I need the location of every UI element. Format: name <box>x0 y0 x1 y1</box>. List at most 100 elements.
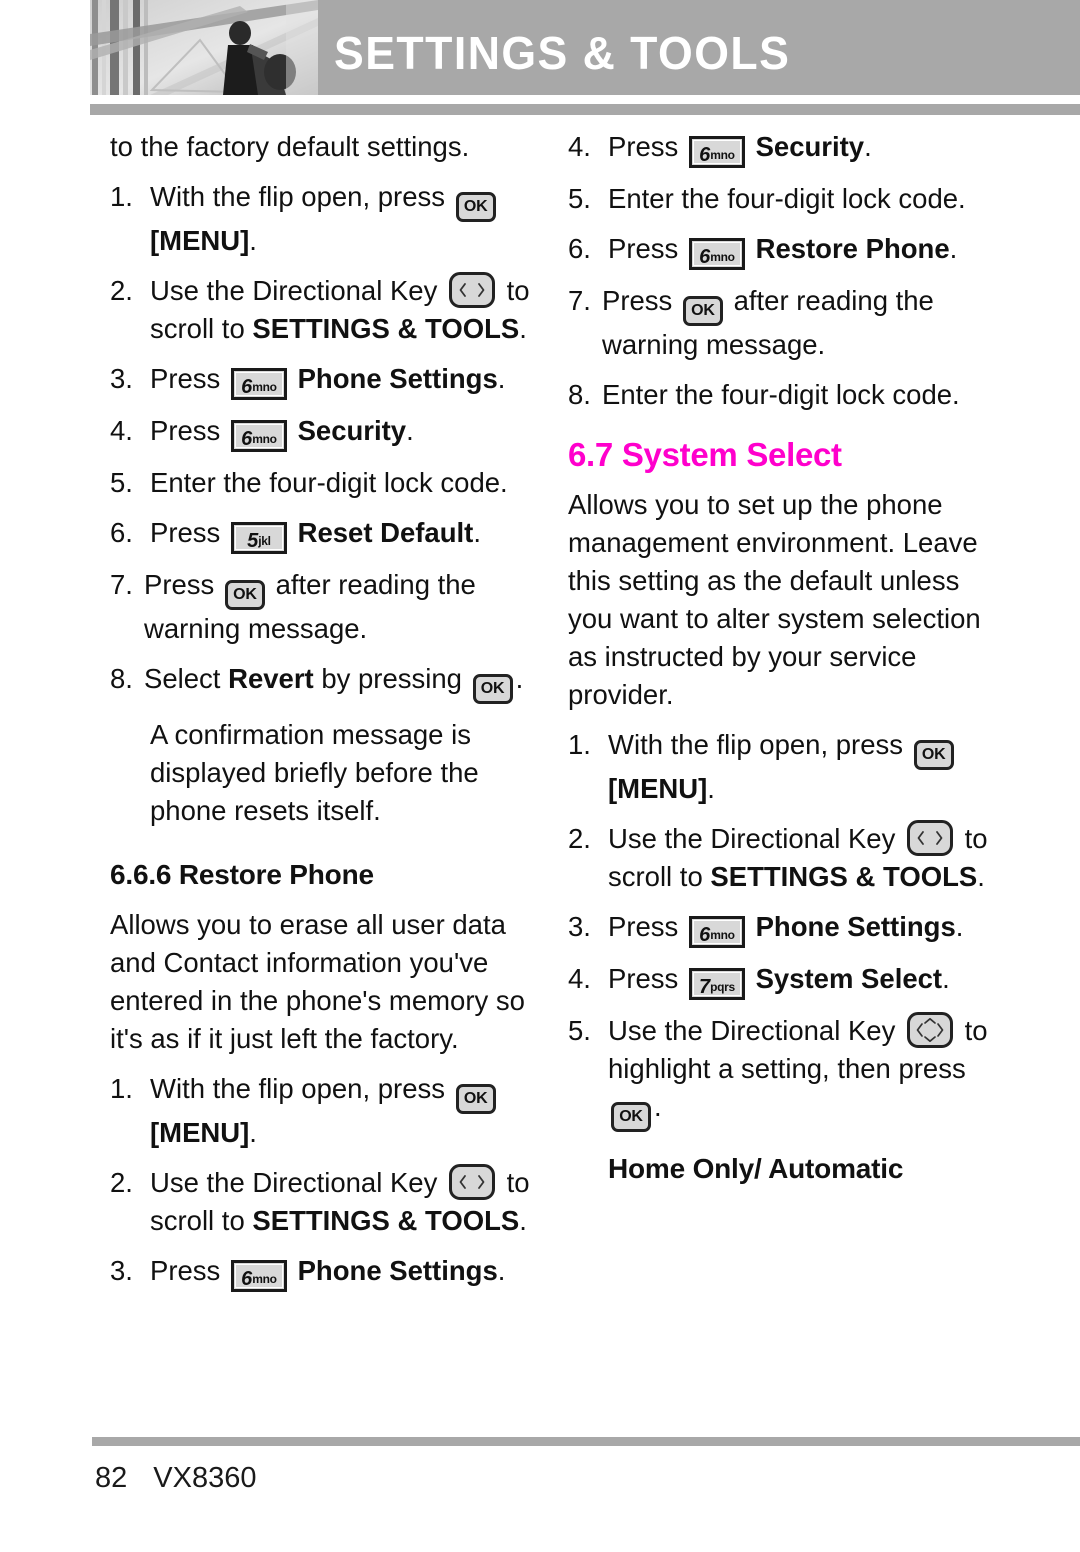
key-6-mno-icon: 6mno <box>230 420 287 452</box>
step-number: 7. <box>110 569 133 600</box>
key-6-mno-icon: 6mno <box>230 1260 287 1292</box>
step-text: Use the Directional Key to scroll to SET… <box>150 1164 540 1240</box>
step-text: Press 6mno Phone Settings. <box>608 908 1008 948</box>
step-number: 2. <box>110 275 133 306</box>
step-number: 1. <box>110 1073 133 1104</box>
step-bold: Security <box>297 415 407 446</box>
step-number: 2. <box>110 1167 133 1198</box>
step-lead: Use the Directional Key <box>608 823 896 854</box>
list-item: 4. Press 6mno Security. <box>110 412 540 452</box>
key-letters: mno <box>710 250 735 264</box>
confirmation-text: A confirmation message is displayed brie… <box>150 719 479 826</box>
list-item: 5. Use the Directional Key to highlight … <box>568 1012 1008 1132</box>
key-6-mno-icon: 6mno <box>688 916 745 948</box>
key-letters: pqrs <box>710 980 735 994</box>
list-item: 1. With the flip open, press OK [MENU]. <box>110 178 540 260</box>
page-title: SETTINGS & TOOLS <box>334 27 791 79</box>
step-lead: Press <box>608 911 679 942</box>
key-digit: 7 <box>698 976 711 998</box>
step-number: 8. <box>568 379 591 410</box>
list-item: 3. Press 6mno Phone Settings. <box>110 360 540 400</box>
directional-key-left-right-icon <box>449 272 495 308</box>
key-5-jkl-icon: 5jkl <box>230 522 287 554</box>
step-bold: Phone Settings <box>297 1255 498 1286</box>
step-lead: Select <box>144 663 221 694</box>
directional-key-left-right-icon <box>907 820 953 856</box>
step-tail: . <box>249 225 257 256</box>
key-6-mno-icon: 6mno <box>688 238 745 270</box>
step-tail: . <box>473 517 481 548</box>
ok-key-icon: OK <box>913 740 954 770</box>
list-item: 4. Press 7pqrs System Select. <box>568 960 1008 1000</box>
ok-key-icon: OK <box>224 580 265 610</box>
left-column: to the factory default settings. 1. With… <box>110 128 540 1304</box>
list-item: 5. Enter the four-digit lock code. <box>568 180 1008 218</box>
step-bold: [MENU] <box>150 225 250 256</box>
step-number: 3. <box>110 1255 133 1286</box>
step-text: Use the Directional Key to highlight a s… <box>608 1012 1008 1132</box>
step-number: 4. <box>110 415 133 446</box>
step-tail: . <box>707 773 715 804</box>
step-tail: . <box>406 415 414 446</box>
step-lead: Press <box>608 131 679 162</box>
step-lead: Press <box>150 415 221 446</box>
step-number: 7. <box>568 285 591 316</box>
page-header: SETTINGS & TOOLS <box>90 0 1080 95</box>
step-text: Press 6mno Restore Phone. <box>608 230 1008 270</box>
page-number: 82 <box>95 1462 128 1494</box>
intro-text: to the factory default settings. <box>110 131 470 162</box>
step-text: With the flip open, press OK [MENU]. <box>150 178 540 260</box>
step-bold: Phone Settings <box>755 911 956 942</box>
step-lead: Press <box>608 963 679 994</box>
restore-description: Allows you to erase all user data and Co… <box>110 909 525 1054</box>
ok-key-icon: OK <box>455 192 496 222</box>
step-number: 3. <box>568 911 591 942</box>
key-7-pqrs-icon: 7pqrs <box>688 968 745 1000</box>
step-tail: . <box>955 911 964 942</box>
step-text: With the flip open, press OK [MENU]. <box>608 726 1008 808</box>
key-letters: mno <box>252 432 277 446</box>
key-6-mno-icon: 6mno <box>230 368 287 400</box>
footer-rule <box>92 1437 1080 1446</box>
list-item: 5. Enter the four-digit lock code. <box>110 464 540 502</box>
section-heading-system-select: 6.7 System Select <box>568 436 842 473</box>
step-lead: With the flip open, press <box>150 1073 446 1104</box>
step-text: Press 6mno Security. <box>608 128 1008 168</box>
step-number: 5. <box>568 183 591 214</box>
header-rule <box>90 104 1080 115</box>
step-text: Select Revert by pressing OK. <box>144 660 540 704</box>
list-item: 2. Use the Directional Key to scroll to … <box>110 1164 540 1240</box>
step-lead: With the flip open, press <box>150 181 446 212</box>
step-bold: System Select <box>755 963 943 994</box>
step-tail: . <box>977 861 985 892</box>
step-bold: Security <box>755 131 865 162</box>
step-bold: [MENU] <box>150 1117 250 1148</box>
step-bold: Reset Default <box>297 517 474 548</box>
list-item: 8. Enter the four-digit lock code. <box>568 376 1008 414</box>
step-number: 1. <box>568 729 591 760</box>
ok-key-icon: OK <box>682 296 723 326</box>
list-item: 7. Press OK after reading the warning me… <box>110 566 540 648</box>
key-letters: mno <box>710 148 735 162</box>
step-lead: Press <box>150 363 221 394</box>
step-lead: Press <box>144 569 215 600</box>
step-lead: Press <box>602 285 673 316</box>
key-letters: mno <box>252 1272 277 1286</box>
step-lead: Use the Directional Key <box>150 1167 438 1198</box>
step-tail: . <box>864 131 872 162</box>
list-item: 1. With the flip open, press OK [MENU]. <box>110 1070 540 1152</box>
step-text: Enter the four-digit lock code. <box>608 183 966 214</box>
step-text: Enter the four-digit lock code. <box>602 379 960 410</box>
step-tail: . <box>654 1091 662 1122</box>
step-bold: Restore Phone <box>755 233 950 264</box>
step-tail: . <box>497 1255 506 1286</box>
step-text: Enter the four-digit lock code. <box>150 467 508 498</box>
ok-key-icon: OK <box>472 674 513 704</box>
step-tail: . <box>949 233 958 264</box>
step-text: Press 5jkl Reset Default. <box>150 514 540 554</box>
right-column: 4. Press 6mno Security. 5. Enter the fou… <box>568 128 1008 1194</box>
list-item: 1. With the flip open, press OK [MENU]. <box>568 726 1008 808</box>
step-lead: With the flip open, press <box>608 729 904 760</box>
step-lead: Press <box>150 517 221 548</box>
step-lead: Press <box>608 233 679 264</box>
